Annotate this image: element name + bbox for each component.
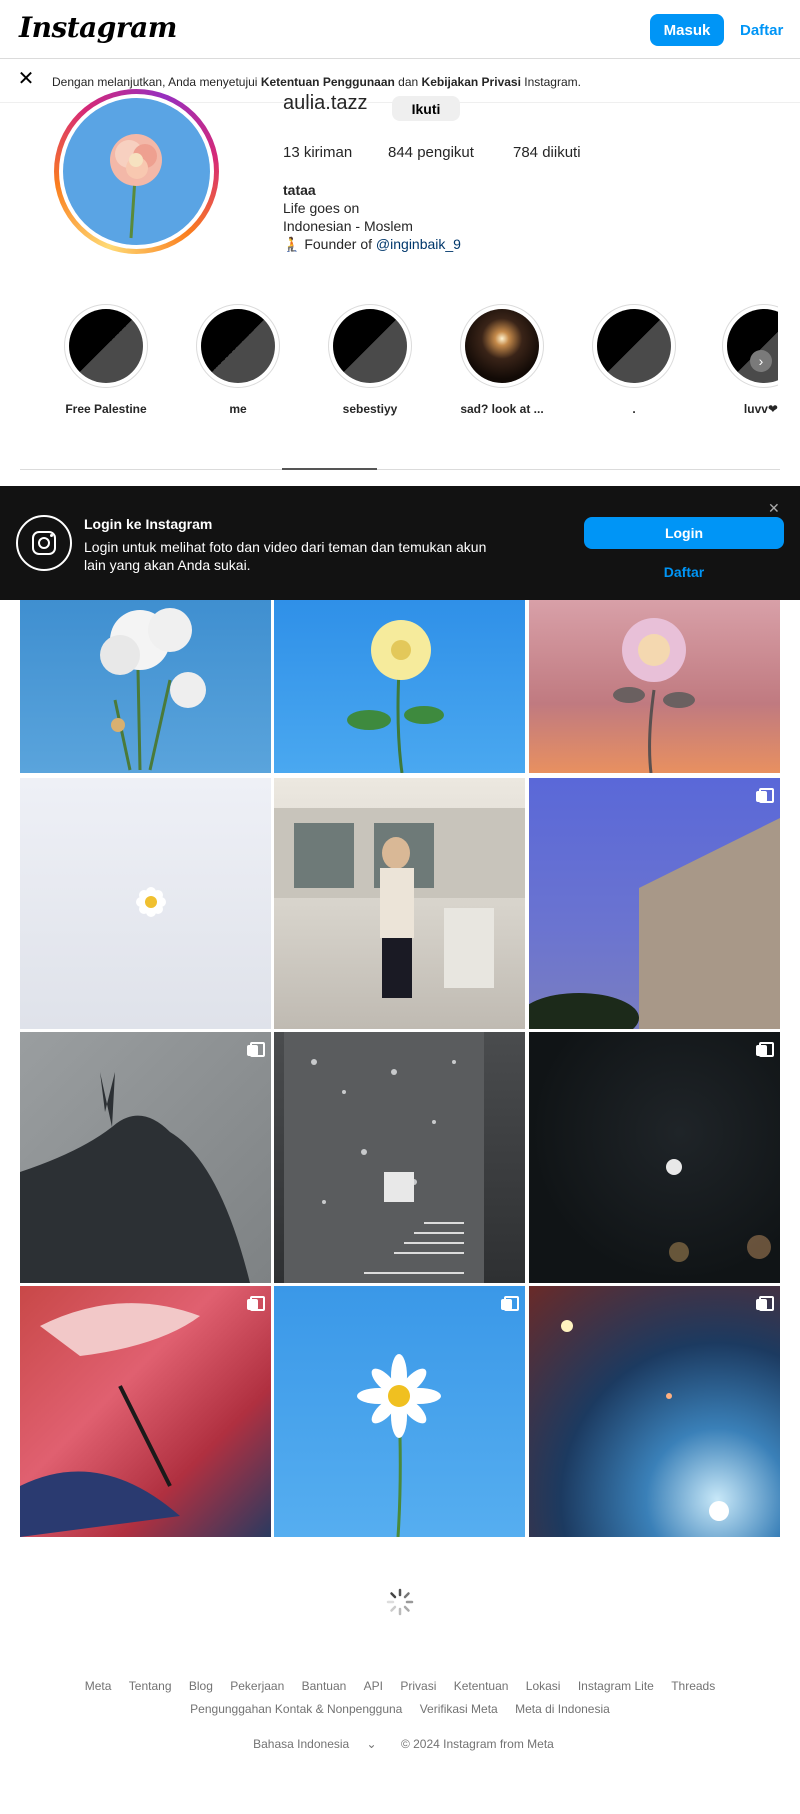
profile-avatar[interactable]	[54, 89, 219, 254]
bio-line: 🧎 Founder of @inginbaik_9	[283, 236, 461, 252]
multiple-posts-icon	[501, 1296, 519, 1311]
instagram-icon	[16, 515, 72, 571]
multiple-posts-icon	[756, 1296, 774, 1311]
bio-line: Indonesian - Moslem	[283, 218, 413, 234]
posts-count: 13 kiriman	[283, 144, 353, 161]
multiple-posts-icon	[756, 788, 774, 803]
copyright-text: © 2024 Instagram from Meta	[400, 1737, 554, 1751]
highlight-cover	[333, 309, 407, 383]
highlight-cover	[69, 309, 143, 383]
footer-link[interactable]: Verifikasi Meta	[420, 1702, 498, 1716]
highlight-cover	[727, 309, 778, 383]
banner-description: Login untuk melihat foto dan video dari …	[84, 539, 487, 573]
terms-link[interactable]: Ketentuan Penggunaan	[261, 75, 395, 89]
following-count[interactable]: 784 diikuti	[513, 144, 581, 161]
bio-line: Life goes on	[283, 200, 360, 216]
highlight-label: Free Palestine	[65, 402, 147, 416]
bio-mention-link[interactable]: @inginbaik_9	[376, 236, 461, 252]
footer-meta: Bahasa Indonesia ⌄ © 2024 Instagram from…	[0, 1737, 800, 1751]
footer-link[interactable]: Meta di Indonesia	[515, 1702, 610, 1716]
highlight-label: luvv❤	[743, 402, 778, 416]
highlight-label: sebestiyy	[342, 402, 398, 416]
post-thumbnail[interactable]	[20, 778, 271, 1029]
post-thumbnail[interactable]	[20, 600, 271, 773]
story-highlight[interactable]: .	[590, 304, 678, 416]
highlight-cover	[465, 309, 539, 383]
banner-title: Login ke Instagram	[84, 516, 213, 532]
post-thumbnail[interactable]	[529, 600, 780, 773]
followers-count[interactable]: 844 pengikut	[388, 144, 474, 161]
close-icon[interactable]: ✕	[768, 500, 780, 517]
chevron-down-icon: ⌄	[366, 1737, 377, 1751]
login-banner: Login ke Instagram Login untuk melihat f…	[0, 486, 800, 600]
banner-login-button[interactable]: Login	[584, 517, 784, 549]
highlight-cover	[201, 309, 275, 383]
tab-posts-indicator[interactable]	[282, 468, 377, 470]
post-thumbnail[interactable]	[529, 778, 780, 1029]
footer-link[interactable]: Pekerjaan	[230, 1679, 284, 1693]
footer-link[interactable]: Blog	[189, 1679, 213, 1693]
avatar-image	[63, 98, 210, 245]
highlight-label: me	[229, 402, 247, 416]
footer-link[interactable]: Tentang	[129, 1679, 172, 1693]
post-thumbnail[interactable]	[529, 1286, 780, 1537]
follow-button[interactable]: Ikuti	[392, 96, 460, 121]
post-thumbnail[interactable]	[20, 1286, 271, 1537]
multiple-posts-icon	[247, 1296, 265, 1311]
post-thumbnail[interactable]	[20, 1032, 271, 1283]
story-highlight[interactable]: sad? look at ...	[458, 304, 546, 416]
login-button[interactable]: Masuk	[650, 14, 724, 46]
footer-links: Meta Tentang Blog Pekerjaan Bantuan API …	[0, 1679, 800, 1693]
footer-link[interactable]: API	[364, 1679, 383, 1693]
profile-username: aulia.tazz	[283, 92, 368, 114]
story-highlight[interactable]: sebestiyy	[326, 304, 414, 416]
footer-link[interactable]: Privasi	[400, 1679, 436, 1693]
post-thumbnail[interactable]	[274, 1032, 525, 1283]
footer-link[interactable]: Bantuan	[302, 1679, 347, 1693]
chevron-right-icon[interactable]: ›	[750, 350, 772, 372]
highlight-label: .	[632, 402, 636, 416]
highlight-label: sad? look at ...	[460, 402, 544, 416]
instagram-logo[interactable]: Instagram	[19, 11, 177, 44]
footer-link[interactable]: Ketentuan	[454, 1679, 509, 1693]
signup-link[interactable]: Daftar	[740, 22, 783, 39]
footer-links: Pengunggahan Kontak & Nonpengguna Verifi…	[0, 1702, 800, 1716]
post-thumbnail[interactable]	[274, 600, 525, 773]
multiple-posts-icon	[756, 1042, 774, 1057]
banner-signup-link[interactable]: Daftar	[584, 564, 784, 580]
terms-notice-text: Dengan melanjutkan, Anda menyetujui Kete…	[52, 75, 581, 89]
footer-link[interactable]: Instagram Lite	[578, 1679, 654, 1693]
footer-link[interactable]: Threads	[671, 1679, 715, 1693]
post-thumbnail[interactable]	[274, 1286, 525, 1537]
post-thumbnail[interactable]	[274, 778, 525, 1029]
profile-full-name: tataa	[283, 182, 316, 198]
post-thumbnail[interactable]	[529, 1032, 780, 1283]
multiple-posts-icon	[247, 1042, 265, 1057]
top-navigation-bar: Instagram Masuk Daftar	[0, 0, 800, 59]
footer-link[interactable]: Meta	[85, 1679, 112, 1693]
story-highlight[interactable]: Free Palestine	[62, 304, 150, 416]
language-selector[interactable]: Bahasa Indonesia ⌄	[246, 1737, 383, 1751]
loading-spinner-icon	[386, 1588, 414, 1616]
close-icon[interactable]: ✕	[16, 69, 36, 89]
highlight-cover	[597, 309, 671, 383]
privacy-link[interactable]: Kebijakan Privasi	[422, 75, 521, 89]
story-highlight[interactable]: me	[194, 304, 282, 416]
footer-link[interactable]: Lokasi	[526, 1679, 561, 1693]
tab-divider	[20, 469, 780, 470]
footer-link[interactable]: Pengunggahan Kontak & Nonpengguna	[190, 1702, 402, 1716]
